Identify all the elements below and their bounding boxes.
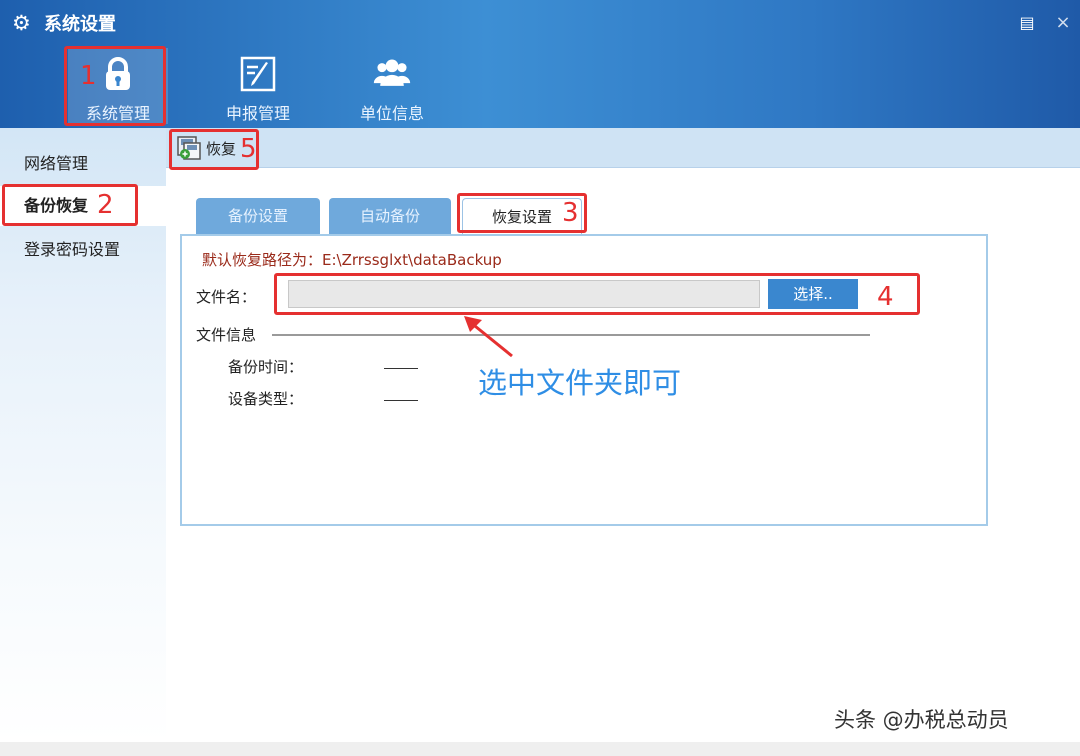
nav-label: 申报管理 [225, 104, 290, 123]
tab-auto-backup[interactable]: 自动备份 [329, 198, 451, 234]
gear-icon: ⚙ [12, 11, 31, 35]
watermark: 头条 @办税总动员 [834, 708, 1009, 732]
users-icon [373, 59, 411, 86]
annotation-number-4: 4 [877, 282, 894, 312]
sidebar-item-network[interactable]: 网络管理 [0, 144, 166, 184]
annotation-hint: 选中文件夹即可 [478, 366, 682, 400]
default-path-text: 默认恢复路径为：E:\Zrrssglxt\dataBackup [202, 251, 502, 269]
file-name-input[interactable] [288, 280, 760, 308]
sidebar-item-backup-restore[interactable]: 备份恢复 [0, 186, 166, 226]
annotation-number-2: 2 [97, 190, 114, 220]
nav-label: 系统管理 [85, 104, 150, 123]
restore-icon [177, 136, 201, 160]
backup-time-value [384, 368, 418, 369]
restore-button[interactable]: 恢复 [176, 134, 236, 162]
title-bar: ⚙ 系统设置 [12, 10, 116, 36]
annotation-number-1: 1 [80, 61, 97, 91]
nav-unit-info[interactable]: 单位信息 [340, 48, 444, 124]
file-name-label: 文件名： [196, 288, 257, 306]
annotation-number-5: 5 [240, 134, 257, 164]
close-icon[interactable]: × [1052, 12, 1074, 34]
app-header: ⚙ 系统设置 ▤ × 系统管理 申报管理 单位信息 [0, 0, 1080, 128]
toolbar: 恢复 [166, 128, 1080, 168]
device-type-label: 设备类型： [228, 390, 304, 408]
window-title: 系统设置 [44, 14, 116, 35]
footer-band [0, 742, 1080, 756]
annotation-number-3: 3 [562, 198, 579, 228]
edit-icon [240, 56, 276, 92]
tab-backup-settings[interactable]: 备份设置 [196, 198, 320, 234]
nav-report-management[interactable]: 申报管理 [206, 48, 310, 124]
annotation-arrow-icon [464, 316, 513, 358]
divider [272, 334, 870, 336]
backup-time-label: 备份时间： [228, 358, 304, 376]
sidebar: 网络管理 备份恢复 登录密码设置 [0, 128, 166, 742]
file-info-label: 文件信息 [196, 326, 257, 344]
nav-label: 单位信息 [359, 104, 424, 123]
device-type-value [384, 400, 418, 401]
restore-window-icon[interactable]: ▤ [1016, 12, 1038, 34]
restore-label: 恢复 [206, 139, 237, 158]
select-file-button[interactable]: 选择.. [768, 279, 858, 309]
sidebar-item-login-password[interactable]: 登录密码设置 [0, 230, 166, 270]
lock-icon [106, 57, 130, 90]
